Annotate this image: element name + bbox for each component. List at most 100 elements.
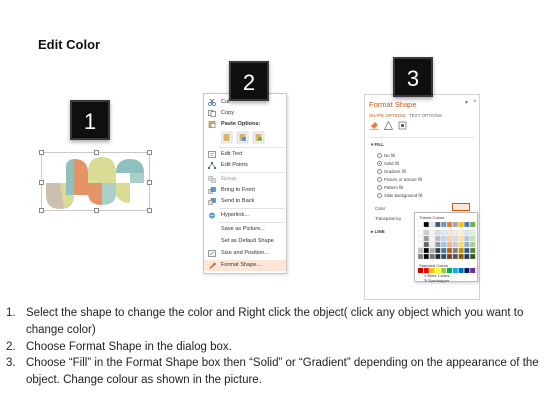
radio-slide-background-fill[interactable] — [377, 193, 382, 198]
standard-color-swatch[interactable] — [418, 268, 423, 273]
color-swatch[interactable] — [435, 253, 441, 260]
menu-item-group[interactable]: Group — [204, 174, 286, 185]
radio-no-fill[interactable] — [377, 153, 382, 158]
color-swatch[interactable] — [464, 247, 470, 254]
fill-color-button[interactable] — [452, 203, 470, 217]
color-swatch[interactable] — [446, 253, 453, 260]
color-swatch[interactable] — [441, 247, 447, 254]
color-swatch[interactable] — [458, 229, 464, 236]
color-swatch[interactable] — [452, 222, 458, 228]
color-swatch[interactable] — [458, 247, 464, 254]
color-swatch[interactable] — [418, 253, 424, 260]
color-swatch[interactable] — [418, 229, 424, 236]
color-swatch[interactable] — [423, 229, 429, 236]
standard-color-swatch[interactable] — [452, 268, 458, 273]
menu-item-send-to-back[interactable]: Send to Back — [204, 196, 286, 207]
standard-color-swatch[interactable] — [464, 268, 470, 273]
color-swatch[interactable] — [470, 235, 476, 242]
color-swatch[interactable] — [446, 235, 453, 242]
color-swatch[interactable] — [452, 235, 458, 242]
color-swatch[interactable] — [429, 222, 435, 228]
color-swatch[interactable] — [429, 253, 435, 260]
effects-icon[interactable] — [384, 121, 393, 130]
theme-color-grid[interactable] — [418, 222, 476, 262]
color-swatch[interactable] — [458, 222, 464, 228]
color-swatch[interactable] — [441, 241, 447, 248]
standard-color-swatch[interactable] — [458, 268, 464, 273]
color-swatch[interactable] — [470, 241, 476, 248]
color-swatch[interactable] — [423, 241, 429, 248]
color-swatch[interactable] — [423, 253, 429, 260]
color-swatch[interactable] — [435, 229, 441, 236]
resize-handle-tr[interactable] — [147, 150, 152, 155]
standard-color-swatch[interactable] — [470, 268, 476, 273]
resize-handle-tl[interactable] — [39, 150, 44, 155]
color-swatch[interactable] — [458, 241, 464, 248]
color-swatch[interactable] — [435, 222, 441, 228]
color-swatch[interactable] — [464, 235, 470, 242]
size-properties-icon[interactable] — [398, 121, 407, 130]
resize-handle-br[interactable] — [147, 208, 152, 213]
menu-item-size-position[interactable]: Size and Position... — [204, 248, 286, 259]
close-icon[interactable]: × — [473, 99, 477, 105]
menu-item-save-as-picture[interactable]: Save as Picture... — [204, 224, 286, 235]
color-swatch[interactable] — [464, 229, 470, 236]
color-swatch[interactable] — [435, 241, 441, 248]
color-swatch[interactable] — [458, 253, 464, 260]
color-swatch[interactable] — [423, 235, 429, 242]
color-swatch[interactable] — [441, 229, 447, 236]
color-swatch[interactable] — [446, 222, 453, 228]
panel-dropdown-icon[interactable]: ▾ — [465, 99, 468, 106]
menu-item-edit-text[interactable]: Edit Text — [204, 149, 286, 160]
color-swatch[interactable] — [470, 222, 476, 228]
radio-solid-fill[interactable] — [377, 161, 382, 166]
resize-handle-mr[interactable] — [147, 180, 152, 185]
color-swatch[interactable] — [470, 247, 476, 254]
menu-item-format-shape[interactable]: Format Shape... — [204, 260, 286, 271]
color-swatch[interactable] — [429, 229, 435, 236]
color-swatch[interactable] — [423, 222, 429, 228]
color-swatch[interactable] — [441, 253, 447, 260]
tab-text-options[interactable]: TEXT OPTIONS — [409, 113, 442, 118]
color-swatch[interactable] — [452, 241, 458, 248]
color-swatch[interactable] — [418, 241, 424, 248]
color-swatch[interactable] — [452, 229, 458, 236]
radio-pattern-fill[interactable] — [377, 185, 382, 190]
color-swatch[interactable] — [470, 229, 476, 236]
menu-item-bring-to-front[interactable]: Bring to Front — [204, 185, 286, 196]
color-swatch[interactable] — [418, 247, 424, 254]
color-swatch[interactable] — [470, 253, 476, 260]
color-swatch[interactable] — [429, 241, 435, 248]
color-swatch[interactable] — [464, 253, 470, 260]
color-swatch[interactable] — [452, 247, 458, 254]
menu-item-copy[interactable]: Copy — [204, 108, 286, 119]
color-swatch[interactable] — [464, 222, 470, 228]
color-swatch[interactable] — [429, 247, 435, 254]
color-swatch[interactable] — [464, 241, 470, 248]
line-section-header[interactable]: ▸ LINE — [371, 229, 385, 235]
color-swatch[interactable] — [429, 235, 435, 242]
resize-handle-ml[interactable] — [39, 180, 44, 185]
menu-item-set-default-shape[interactable]: Set as Default Shape — [204, 236, 286, 247]
color-swatch[interactable] — [446, 229, 453, 236]
radio-gradient-fill[interactable] — [377, 169, 382, 174]
color-swatch[interactable] — [435, 247, 441, 254]
color-swatch[interactable] — [418, 222, 424, 228]
color-swatch[interactable] — [452, 253, 458, 260]
menu-item-hyperlink[interactable]: Hyperlink... — [204, 210, 286, 221]
color-swatch[interactable] — [446, 247, 453, 254]
fill-line-icon[interactable] — [370, 121, 379, 130]
color-swatch[interactable] — [418, 235, 424, 242]
resize-handle-bc[interactable] — [94, 208, 99, 213]
fill-section-header[interactable]: ▾ FILL — [371, 142, 384, 148]
color-swatch[interactable] — [446, 241, 453, 248]
radio-picture-fill[interactable] — [377, 177, 382, 182]
menu-item-edit-points[interactable]: Edit Points — [204, 160, 286, 171]
color-swatch[interactable] — [435, 235, 441, 242]
color-swatch[interactable] — [458, 235, 464, 242]
color-swatch[interactable] — [423, 247, 429, 254]
color-swatch[interactable] — [441, 222, 447, 228]
resize-handle-bl[interactable] — [39, 208, 44, 213]
resize-handle-tc[interactable] — [94, 150, 99, 155]
color-swatch[interactable] — [441, 235, 447, 242]
